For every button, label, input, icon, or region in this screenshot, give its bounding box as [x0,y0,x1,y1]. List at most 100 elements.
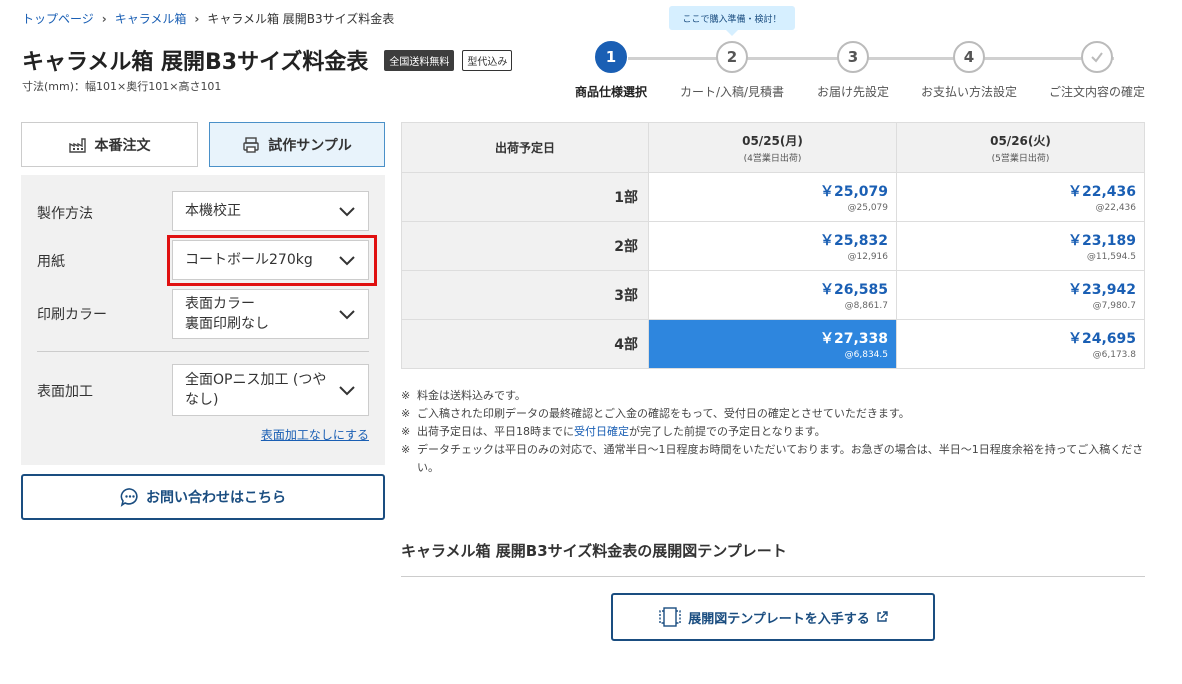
contact-button-label: お問い合わせはこちら [146,490,286,506]
price-unit: @8,861.7 [844,301,888,311]
tab-production-order[interactable]: 本番注文 [21,122,198,167]
finish-value: 全面OPニス加工 (つやなし) [185,372,327,408]
finish-select[interactable]: 全面OPニス加工 (つやなし) [172,364,369,416]
note-item: ※ 料金は送料込みです。 [401,387,1145,405]
note-text-post: が完了した前提での予定日となります。 [629,425,826,438]
step-label-1: 商品仕様選択 [574,85,648,99]
note-text: 出荷予定日は、平日18時までに受付日確定が完了した前提での予定日となります。 [417,423,826,441]
color-select[interactable]: 表面カラー 裏面印刷なし [172,289,369,339]
note-text-pre: 出荷予定日は、平日18時までに [417,425,574,438]
ship-date-header: 出荷予定日 [401,122,649,173]
date-column-1-date: 05/25(月) [742,133,803,148]
table-row: 4部 ￥27,338 @6,834.5 ￥24,695 @6,173.8 [401,319,1145,369]
note-mark: ※ [401,389,411,402]
date-column-2-sub: (5営業日出荷) [991,153,1050,164]
price-total: ￥24,695 [1067,331,1136,347]
price-cell[interactable]: ￥24,695 @6,173.8 [896,319,1145,369]
date-column-1: 05/25(月) (4営業日出荷) [648,122,897,173]
color-value-front: 表面カラー [185,296,255,312]
step-label-2: カート/入稿/見積書 [679,85,785,99]
qty-cell: 2部 [401,221,649,271]
price-total: ￥25,079 [819,184,888,200]
price-unit: @12,916 [847,252,889,262]
price-cell-selected[interactable]: ￥27,338 @6,834.5 [648,319,897,369]
price-total: ￥22,436 [1067,184,1136,200]
options-divider [37,351,369,352]
price-total: ￥26,585 [819,282,888,298]
step-label-4: お支払い方法設定 [920,85,1018,99]
contact-button[interactable]: お問い合わせはこちら [21,474,385,520]
price-cell[interactable]: ￥23,942 @7,980.7 [896,270,1145,320]
step-4[interactable]: 4 [953,41,985,73]
qty-cell: 3部 [401,270,649,320]
price-total: ￥23,189 [1067,233,1136,249]
chevron-right-icon: › [194,11,200,26]
color-label: 印刷カラー [37,307,107,323]
get-template-button[interactable]: 展開図テンプレートを入手する [611,593,935,641]
options-panel: 製作方法 本機校正 用紙 コートボール270kg 印刷カラー 表面カラー 裏面印… [21,175,385,465]
template-icon [659,607,681,627]
chevron-right-icon: › [101,11,107,26]
note-text: ご入稿された印刷データの最終確認とご入金の確認をもって、受付日の確定とさせていた… [417,407,910,420]
step-1: 1 [595,41,627,73]
check-icon [1091,52,1103,63]
note-item: ※ データチェックは平日のみの対応で、通常半日〜1日程度お時間をいただいております… [401,441,1145,477]
get-template-label: 展開図テンプレートを入手する [688,611,870,627]
tab-sample-label: 試作サンプル [268,137,352,154]
price-table: 出荷予定日 05/25(月) (4営業日出荷) 05/26(火) (5営業日出荷… [401,122,1145,369]
note-mark: ※ [401,443,411,456]
method-select[interactable]: 本機校正 [172,191,369,231]
notes: ※ 料金は送料込みです。 ※ ご入稿された印刷データの最終確認とご入金の確認をもって… [401,387,1145,477]
date-column-2: 05/26(火) (5営業日出荷) [896,122,1145,173]
price-total: ￥27,338 [819,331,888,347]
note-text: データチェックは平日のみの対応で、通常半日〜1日程度お時間をいただいております。… [417,443,1144,474]
step-progress-line [628,57,1114,60]
price-unit: @6,173.8 [1092,350,1136,360]
price-unit: @25,079 [847,203,889,213]
tab-sample-order[interactable]: 試作サンプル [209,122,385,167]
step-2[interactable]: 2 [716,41,748,73]
table-row: 1部 ￥25,079 @25,079 ￥22,436 @22,436 [401,172,1145,222]
reception-confirm-link[interactable]: 受付日確定 [574,425,629,438]
step-3[interactable]: 3 [837,41,869,73]
template-section-title: キャラメル箱 展開B3サイズ料金表の展開図テンプレート [401,542,787,560]
table-header-row: 出荷予定日 05/25(月) (4営業日出荷) 05/26(火) (5営業日出荷… [401,122,1145,173]
paper-select-highlight [167,235,377,286]
color-value: 表面カラー 裏面印刷なし [185,294,338,334]
finish-label: 表面加工 [37,384,93,400]
date-column-2-date: 05/26(火) [990,133,1051,148]
breadcrumb-link-caramel-box[interactable]: キャラメル箱 [115,10,187,27]
table-row: 3部 ￥26,585 @8,861.7 ￥23,942 @7,980.7 [401,270,1145,320]
dimensions-text: 寸法(mm)：幅101×奥行101×高さ101 [22,80,222,93]
breadcrumb-link-top[interactable]: トップページ [22,10,94,27]
note-mark: ※ [401,425,411,438]
note-item: ※ ご入稿された印刷データの最終確認とご入金の確認をもって、受付日の確定とさせてい… [401,405,1145,423]
breadcrumb-current: キャラメル箱 展開B3サイズ料金表 [207,12,395,26]
note-mark: ※ [401,407,411,420]
price-cell[interactable]: ￥23,189 @11,594.5 [896,221,1145,271]
no-finish-link[interactable]: 表面加工なしにする [261,426,369,443]
mold-included-badge: 型代込み [462,49,513,71]
date-column-1-sub: (4営業日出荷) [743,153,802,164]
price-cell[interactable]: ￥25,079 @25,079 [648,172,897,222]
paper-label: 用紙 [37,254,65,270]
price-total: ￥25,832 [819,233,888,249]
qty-cell: 4部 [401,319,649,369]
chevron-down-icon [339,386,355,396]
price-cell[interactable]: ￥26,585 @8,861.7 [648,270,897,320]
free-shipping-badge: 全国送料無料 [384,49,455,71]
price-total: ￥23,942 [1067,282,1136,298]
printer-icon [243,136,259,153]
title-row: キャラメル箱 展開B3サイズ料金表 全国送料無料 型代込み [22,44,513,76]
note-item: ※ 出荷予定日は、平日18時までに受付日確定が完了した前提での予定日となります。 [401,423,1145,441]
qty-cell: 1部 [401,172,649,222]
price-cell[interactable]: ￥22,436 @22,436 [896,172,1145,222]
method-label: 製作方法 [37,206,93,222]
factory-icon [68,137,86,153]
step-5[interactable] [1081,41,1113,73]
price-cell[interactable]: ￥25,832 @12,916 [648,221,897,271]
step-label-3: お届け先設定 [816,85,890,99]
template-section-divider [401,576,1145,577]
external-link-icon [877,611,888,622]
chevron-down-icon [339,310,355,320]
